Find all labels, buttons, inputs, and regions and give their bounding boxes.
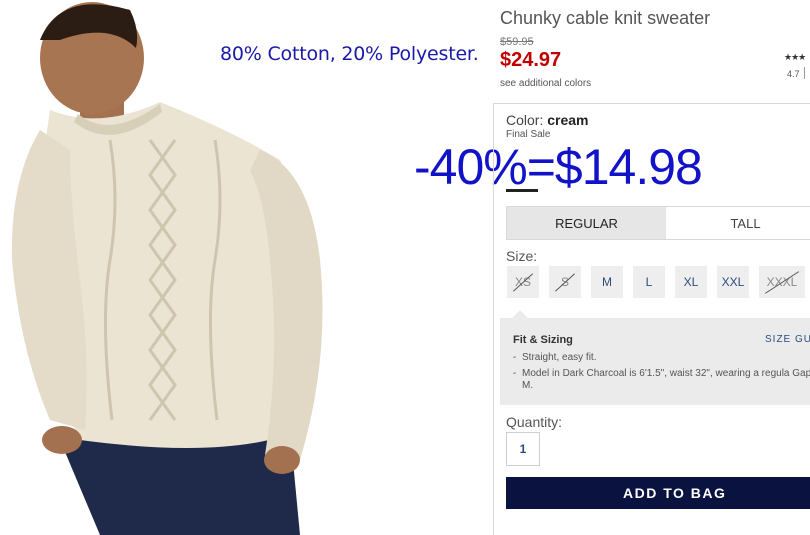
color-label: Color: [506, 112, 544, 128]
size-option-xs[interactable]: XS [507, 266, 539, 298]
size-option-s[interactable]: S [549, 266, 581, 298]
size-option-xxxl[interactable]: XXXL [759, 266, 805, 298]
size-option-m[interactable]: M [591, 266, 623, 298]
see-additional-colors-link[interactable]: see additional colors [500, 78, 591, 89]
final-sale-label: Final Sale [506, 129, 551, 140]
size-option-xxl[interactable]: XXL [717, 266, 749, 298]
fit-tabs: REGULAR TALL [506, 206, 810, 240]
fit-sizing-box: Fit & Sizing SIZE GU Straight, easy fit.… [500, 310, 810, 405]
rating-divider [804, 67, 805, 79]
add-to-bag-button[interactable]: ADD TO BAG [506, 477, 810, 509]
size-options: XS S M L XL XXL XXXL [507, 266, 805, 298]
rating-value: 4.7 [787, 69, 800, 79]
quantity-label: Quantity: [506, 414, 563, 430]
tab-tall[interactable]: TALL [666, 207, 810, 239]
original-price: $59.95 [500, 36, 534, 48]
product-photo [0, 0, 490, 535]
fit-bullet: Model in Dark Charcoal is 6'1.5", waist … [513, 368, 810, 392]
selected-swatch-indicator [506, 189, 538, 192]
rating-stars-icon[interactable]: ★★★ [784, 52, 806, 63]
material-annotation: 80% Cotton, 20% Polyester. [220, 43, 479, 65]
product-title: Chunky cable knit sweater [500, 8, 711, 28]
size-option-xl[interactable]: XL [675, 266, 707, 298]
tab-regular[interactable]: REGULAR [507, 207, 666, 239]
fit-sizing-list: Straight, easy fit. Model in Dark Charco… [513, 352, 810, 396]
fit-sizing-title: Fit & Sizing [513, 334, 573, 346]
size-label: Size: [506, 248, 538, 264]
size-guide-link[interactable]: SIZE GU [765, 334, 810, 345]
color-selection: Color: cream [506, 112, 589, 128]
size-option-l[interactable]: L [633, 266, 665, 298]
color-value: cream [547, 112, 589, 128]
sale-price: $24.97 [500, 49, 562, 71]
quantity-input[interactable] [506, 432, 540, 466]
fit-bullet: Straight, easy fit. [513, 352, 810, 364]
